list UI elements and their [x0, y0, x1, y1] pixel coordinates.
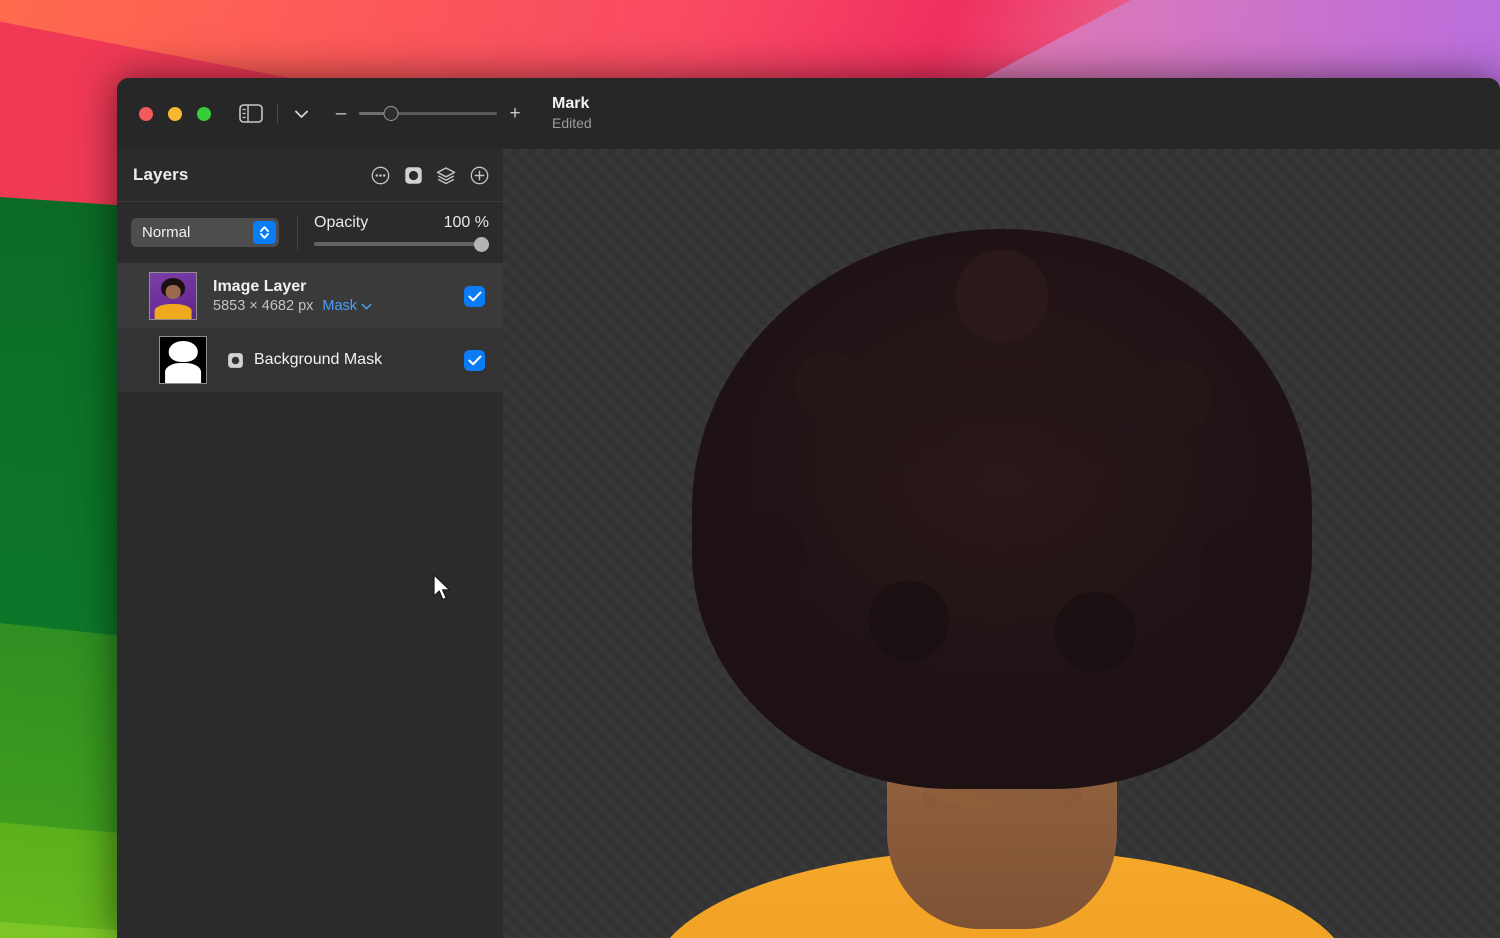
table-row[interactable]: Image Layer 5853 × 4682 px Mask	[117, 264, 503, 328]
panel-title: Layers	[133, 165, 188, 185]
toolbar-divider	[277, 104, 278, 124]
opacity-slider-knob[interactable]	[474, 237, 489, 252]
maximize-button[interactable]	[197, 107, 211, 121]
table-row[interactable]: Background Mask	[117, 328, 503, 392]
add-layer-icon[interactable]	[469, 165, 489, 185]
layer-visibility-checkbox[interactable]	[464, 350, 485, 371]
layer-dimensions: 5853 × 4682 px	[213, 298, 313, 314]
layer-visibility-checkbox[interactable]	[464, 286, 485, 307]
mask-thumbnail-head-shape	[169, 341, 198, 362]
portrait-hair-fringe	[822, 369, 1182, 489]
layers-panel-header: Layers	[117, 149, 503, 202]
layers-stack-icon[interactable]	[436, 165, 456, 185]
portrait-hair	[692, 229, 1312, 789]
layers-sidebar: Layers	[117, 149, 503, 938]
document-state: Edited	[552, 114, 592, 133]
minimize-button[interactable]	[168, 107, 182, 121]
mask-icon	[227, 352, 244, 369]
opacity-slider[interactable]	[314, 237, 489, 251]
mask-thumbnail-body-shape	[165, 363, 201, 383]
opacity-slider-rail	[314, 242, 489, 246]
zoom-out-button[interactable]: –	[334, 104, 348, 123]
blend-and-opacity-row: Normal Opacity 100 %	[117, 202, 503, 264]
layer-thumbnail-mask[interactable]	[159, 336, 207, 384]
layer-info: Image Layer 5853 × 4682 px Mask	[213, 278, 372, 314]
portrait-image	[622, 169, 1382, 938]
image-canvas[interactable]	[503, 149, 1500, 938]
layer-thumbnail-image[interactable]	[149, 272, 197, 320]
document-title: Mark	[552, 94, 592, 114]
panel-header-icons	[370, 165, 489, 185]
more-options-icon[interactable]	[370, 165, 390, 185]
blend-opacity-divider	[297, 216, 298, 250]
zoom-in-button[interactable]: +	[508, 104, 522, 123]
blend-mode-select[interactable]: Normal	[131, 218, 279, 247]
layer-name: Background Mask	[254, 351, 382, 369]
window-body: Layers	[117, 149, 1500, 938]
sidebar-empty-area	[117, 392, 503, 938]
opacity-value: 100 %	[444, 214, 489, 232]
mask-link-label: Mask	[322, 298, 357, 314]
mask-icon[interactable]	[403, 165, 423, 185]
opacity-control: Opacity 100 %	[314, 214, 489, 251]
chevron-down-icon	[361, 303, 372, 310]
titlebar: – + Mark Edited	[117, 78, 1500, 149]
blend-mode-value: Normal	[142, 224, 190, 241]
layer-name: Image Layer	[213, 278, 372, 296]
layer-list: Image Layer 5853 × 4682 px Mask	[117, 264, 503, 392]
zoom-slider-knob[interactable]	[383, 106, 398, 121]
zoom-control-group: – +	[334, 104, 522, 123]
app-window: – + Mark Edited Layers	[117, 78, 1500, 938]
opacity-label: Opacity	[314, 214, 368, 232]
chevron-down-icon[interactable]	[290, 103, 312, 125]
layer-subtitle: 5853 × 4682 px Mask	[213, 298, 372, 314]
sidebar-toggle-icon[interactable]	[237, 103, 265, 125]
close-button[interactable]	[139, 107, 153, 121]
traffic-light-controls	[139, 107, 211, 121]
thumbnail-shirt-shape	[155, 304, 192, 319]
document-title-group: Mark Edited	[552, 94, 592, 133]
thumbnail-face-shape	[166, 285, 181, 299]
mask-dropdown-link[interactable]: Mask	[322, 298, 372, 314]
zoom-slider[interactable]	[359, 107, 497, 121]
chevron-up-down-icon[interactable]	[253, 221, 276, 244]
mask-layer-label-group: Background Mask	[227, 351, 382, 369]
opacity-labels: Opacity 100 %	[314, 214, 489, 232]
